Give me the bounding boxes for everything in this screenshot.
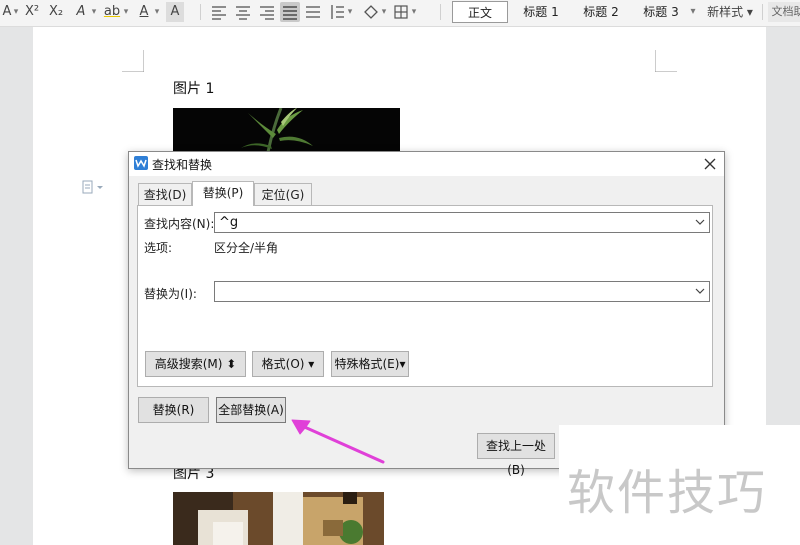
style-heading-3[interactable]: 标题 3 <box>634 1 688 23</box>
chevron-down-icon[interactable]: ▾ <box>122 2 130 22</box>
highlight-icon[interactable]: ab <box>101 2 123 22</box>
chevron-down-icon[interactable] <box>695 286 705 296</box>
chevron-down-icon[interactable]: ▾ <box>410 2 418 22</box>
dialog-title: 查找和替换 <box>152 158 213 172</box>
chevron-down-icon[interactable]: ▾ <box>12 2 20 22</box>
replace-label: 替换为(I): <box>144 287 197 301</box>
margin-corner-top-left <box>122 50 144 72</box>
chevron-down-icon[interactable] <box>695 217 705 227</box>
updown-icon: ⬍ <box>226 357 237 371</box>
superscript-icon[interactable]: X² <box>22 2 42 22</box>
find-replace-dialog: 查找和替换 查找(D) 替换(P) 定位(G) 查找内容(N): ^g 选项: … <box>128 151 725 477</box>
wps-writer-icon <box>134 156 148 170</box>
document-image-plant[interactable] <box>173 108 400 152</box>
dropdown-arrow-icon: ▾ <box>308 357 315 371</box>
find-input-value: ^g <box>219 215 239 230</box>
shading-icon[interactable] <box>362 2 380 22</box>
margin-corner-top-right <box>655 50 677 72</box>
replace-button[interactable]: 替换(R) <box>138 397 209 423</box>
subscript-icon[interactable]: X₂ <box>46 2 66 22</box>
line-spacing-icon[interactable] <box>328 2 346 22</box>
close-icon[interactable] <box>699 153 721 175</box>
align-left-icon[interactable] <box>210 2 228 22</box>
char-shading-icon[interactable]: A <box>166 2 184 22</box>
style-normal[interactable]: 正文 <box>452 1 508 23</box>
ribbon-toolbar: A ▾ X² X₂ A ▾ ab ▾ A ▾ A ▾ ▾ ▾ 正文 标题 1 标… <box>0 0 800 27</box>
align-center-icon[interactable] <box>234 2 252 22</box>
separator <box>200 4 201 20</box>
align-right-icon[interactable] <box>258 2 276 22</box>
find-input[interactable]: ^g <box>214 212 710 233</box>
style-heading-2[interactable]: 标题 2 <box>574 1 628 23</box>
chevron-down-icon[interactable]: ▾ <box>346 2 354 22</box>
caption-image-1: 图片 1 <box>173 81 215 97</box>
advanced-search-button[interactable]: 高级搜索(M) ⬍ <box>145 351 246 377</box>
tab-goto[interactable]: 定位(G) <box>254 183 312 205</box>
replace-all-button[interactable]: 全部替换(A) <box>216 397 286 423</box>
replace-input[interactable] <box>214 281 710 302</box>
watermark-text: 软件技巧 <box>567 465 768 521</box>
chevron-down-icon[interactable]: ▾ <box>153 2 161 22</box>
separator <box>762 4 763 20</box>
document-image-room[interactable] <box>173 492 384 545</box>
font-color-icon[interactable]: A <box>135 2 153 22</box>
distribute-icon[interactable] <box>304 2 322 22</box>
separator <box>440 4 441 20</box>
chevron-down-icon[interactable]: ▾ <box>688 2 698 22</box>
options-value: 区分全/半角 <box>214 241 279 255</box>
bedroom-photo-image <box>173 492 384 545</box>
find-label: 查找内容(N): <box>144 217 215 231</box>
find-previous-button[interactable]: 查找上一处(B) <box>477 433 555 477</box>
tab-replace[interactable]: 替换(P) <box>192 181 254 206</box>
chevron-down-icon[interactable]: ▾ <box>380 2 388 22</box>
dialog-title-bar[interactable]: 查找和替换 <box>129 152 724 176</box>
replace-tab-panel: 查找内容(N): ^g 选项: 区分全/半角 替换为(I): 高级搜索(M) ⬍… <box>137 205 713 387</box>
style-heading-1[interactable]: 标题 1 <box>514 1 568 23</box>
doc-helper-button[interactable]: 文档助 <box>768 2 800 22</box>
paragraph-menu-icon[interactable] <box>82 180 104 194</box>
chevron-down-icon[interactable]: ▾ <box>90 2 98 22</box>
new-style-button[interactable]: 新样式 ▾ <box>706 2 754 22</box>
special-format-button[interactable]: 特殊格式(E)▾ <box>331 351 409 377</box>
dropdown-arrow-icon: ▾ <box>399 357 406 371</box>
tab-find[interactable]: 查找(D) <box>138 183 192 205</box>
format-button[interactable]: 格式(O) ▾ <box>252 351 324 377</box>
watermark-box: 软件技巧 <box>559 425 800 545</box>
justify-icon[interactable] <box>280 2 300 22</box>
plant-leaves-image <box>173 108 400 152</box>
text-effect-icon[interactable]: A <box>72 2 90 22</box>
options-label: 选项: <box>144 241 173 255</box>
border-icon[interactable] <box>392 2 410 22</box>
